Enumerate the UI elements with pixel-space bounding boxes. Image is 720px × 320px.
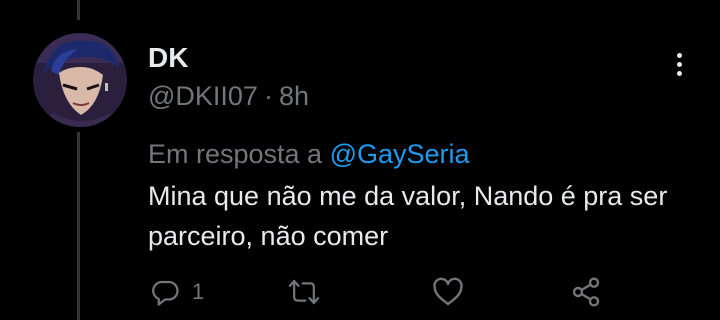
more-options-icon-dot [676, 70, 682, 76]
user-handle[interactable]: @DKII07 [148, 81, 258, 111]
thread-line-bottom [77, 132, 80, 320]
retweet-icon [288, 279, 320, 305]
reply-context: Em resposta a @GaySeria [148, 138, 470, 170]
separator-dot: · [263, 81, 273, 111]
tweet-actions: 1 [150, 272, 620, 312]
reply-icon [152, 280, 179, 306]
more-options-icon [676, 52, 682, 58]
retweet-button[interactable] [288, 272, 320, 312]
handle-row: @DKII07 · 8h [148, 80, 309, 112]
avatar[interactable] [33, 33, 127, 127]
thread-line-top [77, 0, 80, 20]
reply-mention-link[interactable]: @GaySeria [330, 139, 470, 169]
display-name[interactable]: DK [148, 42, 188, 74]
anime-character-avatar-icon [33, 33, 127, 127]
reply-prefix: Em resposta a [148, 139, 323, 169]
share-icon [572, 277, 600, 307]
tweet-text: Mina que não me da valor, Nando é pra se… [148, 181, 668, 251]
reply-count: 1 [192, 279, 205, 304]
more-options-button[interactable] [664, 44, 694, 84]
reply-button[interactable]: 1 [150, 272, 204, 312]
more-options-icon-dot [676, 61, 682, 67]
tweet-timestamp[interactable]: 8h [279, 81, 309, 111]
share-button[interactable] [570, 272, 602, 312]
like-button[interactable] [432, 272, 464, 312]
heart-icon [433, 277, 463, 306]
